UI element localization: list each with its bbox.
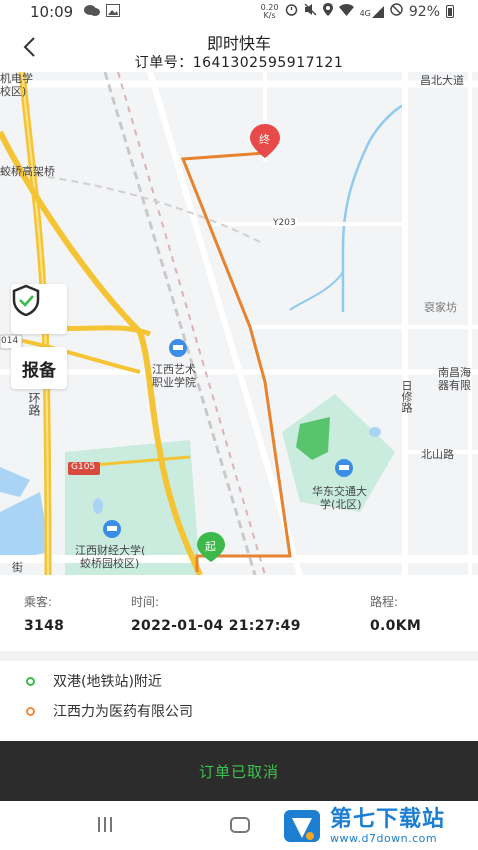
map-label: Y203 (272, 218, 297, 228)
status-right-icons: 0.20 K/s 4G 92% (261, 3, 454, 20)
time-label: 时间: (131, 595, 160, 609)
order-status-bar: 订单已取消 (0, 741, 478, 801)
end-address: 江西力为医药有限公司 (53, 704, 193, 720)
map-label: 北山路 (421, 448, 454, 461)
end-address-row: 江西力为医药有限公司 (0, 696, 478, 726)
order-number: 订单号：1641302595917121 (134, 55, 344, 71)
image-icon (106, 4, 120, 22)
location-icon (322, 3, 333, 20)
home-button[interactable] (230, 817, 250, 833)
map-label: 学(北区) (320, 498, 362, 511)
safety-button[interactable] (11, 284, 67, 334)
alarm-icon (285, 3, 298, 20)
watermark-title: 第七下载站 (330, 806, 446, 832)
passenger-info: 乘客: 3148 (24, 593, 64, 634)
start-dot-icon (26, 676, 35, 686)
end-dot-icon (26, 706, 35, 716)
trip-info: 乘客: 3148 时间: 2022-01-04 21:27:49 路程: 0.0… (0, 575, 478, 651)
map-view[interactable]: 机电学 校区) 昌北大道 蛟桥高架桥 Y203 014 环路 江西艺术 职业学院… (0, 72, 478, 575)
watermark-logo-icon (282, 806, 322, 846)
map-label: 街 (12, 561, 23, 574)
recents-icon-bar (98, 817, 100, 832)
distance-label: 路程: (370, 595, 399, 609)
map-label: 日修路 (400, 380, 413, 413)
order-cancelled-text: 订单已取消 (198, 762, 279, 781)
map-label: 职业学院 (152, 376, 196, 389)
recents-icon-bar (110, 817, 112, 832)
map-label: 蛟桥园校区) (80, 557, 140, 570)
watermark-url: www.d7down.com (330, 831, 438, 845)
status-time: 10:09 (30, 3, 74, 21)
signal-label: 4G (359, 8, 371, 18)
start-marker-label: 起 (205, 540, 216, 553)
recents-button[interactable] (98, 817, 112, 832)
mute-icon (304, 3, 317, 20)
time-value: 2022-01-04 21:27:49 (131, 618, 301, 634)
header: 即时快车 订单号：1641302595917121 (0, 26, 478, 72)
recents-icon-bar (104, 817, 106, 832)
start-address: 双港(地铁站)附近 (53, 674, 162, 690)
time-info: 时间: 2022-01-04 21:27:49 (131, 593, 301, 634)
distance-info: 路程: 0.0KM (370, 593, 421, 634)
report-button[interactable]: 报备 (11, 347, 67, 389)
notification-icons (84, 4, 120, 22)
map-label: 蛟桥高架桥 (0, 165, 55, 178)
start-address-row: 双港(地铁站)附近 (0, 666, 478, 696)
map-label: 014 (1, 336, 19, 346)
map-label: 校区) (0, 85, 27, 98)
net-speed-unit: K/s (263, 10, 276, 20)
signal-icon: 4G (359, 5, 384, 18)
wifi-icon (338, 3, 354, 20)
watermark: 第七下载站 www.d7down.com (282, 802, 478, 850)
map-label: 环路 (27, 392, 41, 416)
section-divider (0, 651, 478, 661)
passenger-label: 乘客: (24, 595, 53, 609)
map-label: G105 (71, 462, 96, 472)
net-speed: 0.20 K/s (261, 3, 279, 20)
page-title: 即时快车 (206, 34, 271, 53)
shield-check-icon (12, 284, 40, 316)
end-marker-label: 终 (259, 133, 270, 146)
map-label: 昌北大道 (420, 74, 464, 87)
status-bar: 10:09 0.20 K/s 4G 92% (0, 0, 478, 26)
distance-value: 0.0KM (370, 618, 422, 634)
map-label: 裒家坊 (424, 301, 457, 314)
dnd-icon (390, 3, 403, 20)
chat-icon (84, 4, 100, 22)
map-canvas (0, 72, 478, 575)
map-label: 器有限 (438, 379, 471, 392)
battery-percent: 92% (408, 3, 440, 20)
battery-icon (446, 5, 454, 18)
passenger-value: 3148 (24, 618, 65, 634)
